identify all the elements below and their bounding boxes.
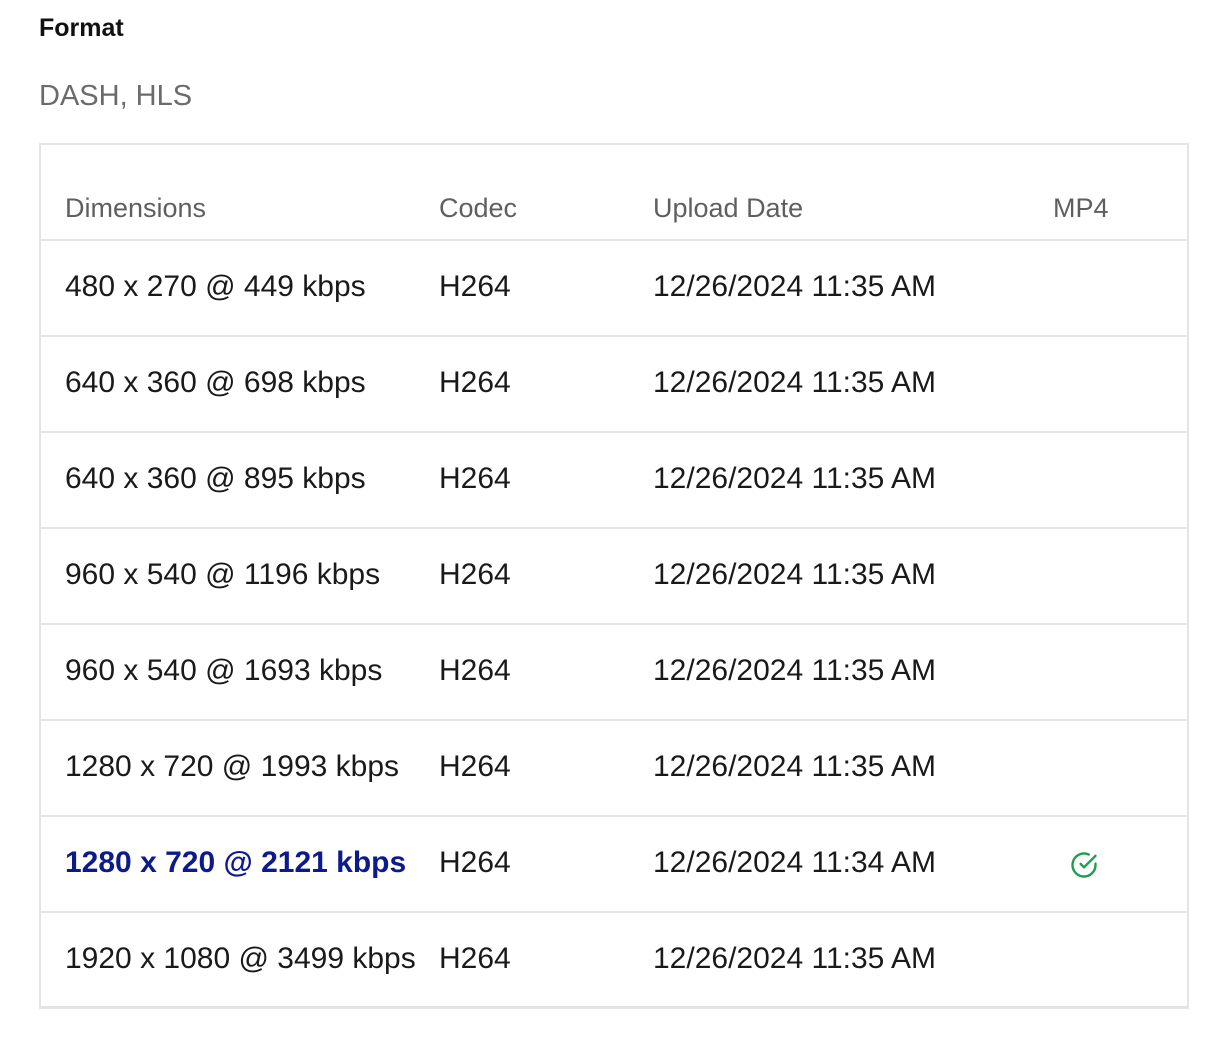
cell-dimensions: 640 x 360 @ 698 kbps <box>65 366 366 399</box>
cell-codec: H264 <box>439 270 511 303</box>
header-mp4: MP4 <box>1053 193 1109 223</box>
table-row[interactable]: 960 x 540 @ 1196 kbps H264 12/26/2024 11… <box>41 529 1187 625</box>
format-label: Format <box>39 14 124 42</box>
header-upload-date: Upload Date <box>653 193 804 223</box>
table-row-selected[interactable]: 1280 x 720 @ 2121 kbps H264 12/26/2024 1… <box>41 817 1187 913</box>
header-codec: Codec <box>439 193 518 223</box>
cell-codec: H264 <box>439 942 511 975</box>
check-circle-icon <box>1069 850 1099 880</box>
cell-upload-date: 12/26/2024 11:34 AM <box>653 846 937 879</box>
table-row[interactable]: 960 x 540 @ 1693 kbps H264 12/26/2024 11… <box>41 625 1187 721</box>
table-row[interactable]: 1920 x 1080 @ 3499 kbps H264 12/26/2024 … <box>41 913 1187 1009</box>
cell-dimensions: 960 x 540 @ 1196 kbps <box>65 558 381 591</box>
cell-codec: H264 <box>439 462 511 495</box>
cell-dimensions: 1920 x 1080 @ 3499 kbps <box>65 942 416 975</box>
cell-upload-date: 12/26/2024 11:35 AM <box>653 654 937 687</box>
table-header: Dimensions Codec Upload Date MP4 <box>41 145 1187 241</box>
cell-upload-date: 12/26/2024 11:35 AM <box>653 366 937 399</box>
table-row[interactable]: 1280 x 720 @ 1993 kbps H264 12/26/2024 1… <box>41 721 1187 817</box>
cell-codec: H264 <box>439 750 511 783</box>
table-row[interactable]: 640 x 360 @ 895 kbps H264 12/26/2024 11:… <box>41 433 1187 529</box>
table-row[interactable]: 480 x 270 @ 449 kbps H264 12/26/2024 11:… <box>41 241 1187 337</box>
cell-dimensions: 480 x 270 @ 449 kbps <box>65 270 366 303</box>
cell-codec: H264 <box>439 846 511 879</box>
cell-upload-date: 12/26/2024 11:35 AM <box>653 270 937 303</box>
table-row[interactable]: 640 x 360 @ 698 kbps H264 12/26/2024 11:… <box>41 337 1187 433</box>
cell-codec: H264 <box>439 366 511 399</box>
cell-codec: H264 <box>439 558 511 591</box>
cell-dimensions: 1280 x 720 @ 1993 kbps <box>65 750 400 783</box>
cell-dimensions: 1280 x 720 @ 2121 kbps <box>65 846 407 879</box>
cell-upload-date: 12/26/2024 11:35 AM <box>653 750 937 783</box>
format-value: DASH, HLS <box>39 80 193 112</box>
header-dimensions: Dimensions <box>65 193 207 223</box>
cell-dimensions: 960 x 540 @ 1693 kbps <box>65 654 383 687</box>
cell-upload-date: 12/26/2024 11:35 AM <box>653 558 937 591</box>
cell-upload-date: 12/26/2024 11:35 AM <box>653 462 937 495</box>
renditions-table: Dimensions Codec Upload Date MP4 480 x 2… <box>39 143 1189 1009</box>
cell-codec: H264 <box>439 654 511 687</box>
cell-upload-date: 12/26/2024 11:35 AM <box>653 942 937 975</box>
cell-dimensions: 640 x 360 @ 895 kbps <box>65 462 366 495</box>
